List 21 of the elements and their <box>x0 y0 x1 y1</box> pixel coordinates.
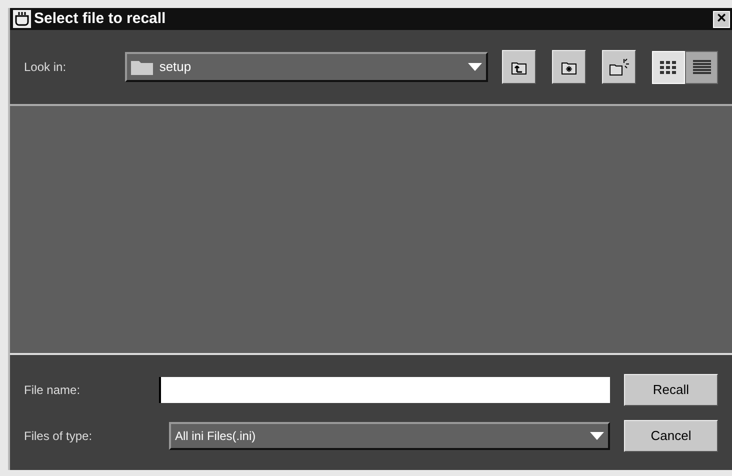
close-button[interactable]: × <box>713 10 730 28</box>
list-view-icon <box>660 59 678 75</box>
toolbar-button[interactable] <box>502 50 536 84</box>
dropdown-caret-icon <box>590 432 604 440</box>
recall-button[interactable]: Recall <box>624 374 718 406</box>
details-view-icon <box>692 59 710 75</box>
cancel-button[interactable]: Cancel <box>624 420 718 452</box>
file-type-dropdown[interactable]: All ini Files(.ini) <box>168 422 610 450</box>
app-icon <box>13 10 31 28</box>
toolbar-button[interactable] <box>602 50 636 84</box>
toolbar-button[interactable] <box>552 50 586 84</box>
look-in-label: Look in: <box>24 59 68 76</box>
dropdown-caret-icon <box>468 63 482 71</box>
file-type-label: Files of type: <box>24 428 94 444</box>
file-name-field[interactable] <box>159 376 610 402</box>
view-toggle-button[interactable] <box>685 50 718 84</box>
folder-icon <box>131 59 154 75</box>
new-folder-icon <box>609 58 629 76</box>
look-in-dropdown[interactable]: setup <box>125 52 488 82</box>
window-title: Select file to recall <box>34 8 167 29</box>
file-name-label: File name: <box>24 382 82 398</box>
